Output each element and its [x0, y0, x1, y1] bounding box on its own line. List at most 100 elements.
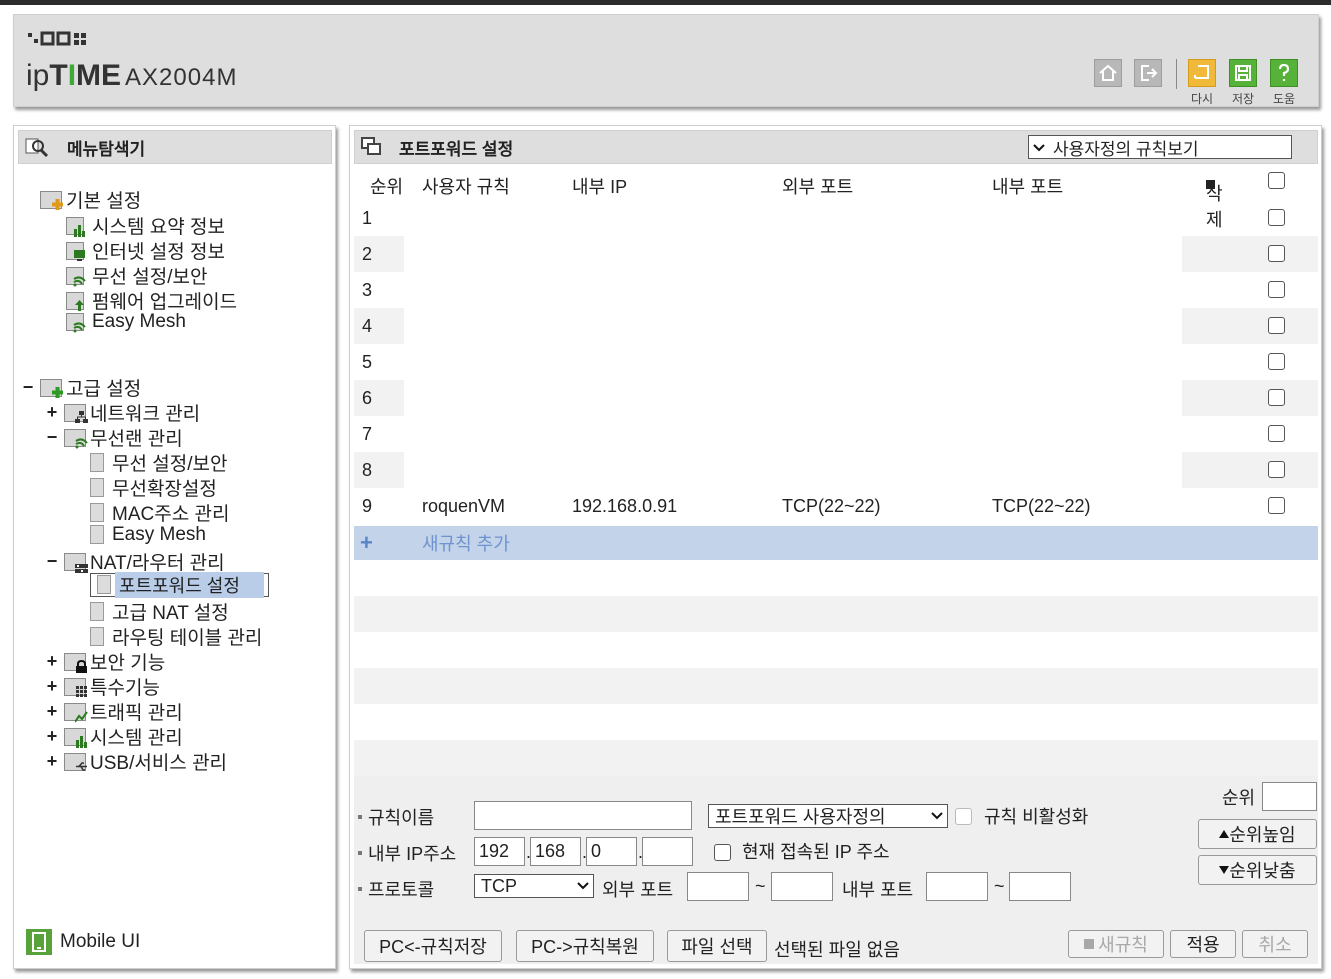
- row-delete-checkbox[interactable]: [1268, 461, 1285, 478]
- collapse-icon[interactable]: −: [44, 427, 60, 448]
- expand-icon[interactable]: +: [44, 701, 60, 722]
- table-row[interactable]: 1: [354, 200, 1318, 236]
- window-icon: [361, 137, 383, 157]
- expand-icon[interactable]: +: [44, 676, 60, 697]
- external-port-end[interactable]: [771, 872, 833, 901]
- row-delete-checkbox[interactable]: [1268, 245, 1285, 262]
- tree-traffic[interactable]: + 트래픽 관리: [44, 698, 183, 725]
- ip-octet-1[interactable]: 192: [474, 837, 525, 866]
- tree-advanced-settings[interactable]: − 고급 설정: [20, 374, 141, 401]
- expand-icon[interactable]: +: [44, 726, 60, 747]
- pc-restore-button[interactable]: PC->규칙복원: [516, 930, 654, 962]
- expand-icon[interactable]: +: [44, 751, 60, 772]
- expand-icon[interactable]: +: [44, 651, 60, 672]
- col-order: 순위: [370, 177, 404, 197]
- tree-routing-table[interactable]: 라우팅 테이블 관리: [90, 623, 262, 650]
- pc-save-button[interactable]: PC<-규칙저장: [364, 930, 502, 962]
- tree-system-summary[interactable]: 시스템 요약 정보: [66, 212, 225, 239]
- model-name: AX2004M: [125, 64, 238, 91]
- collapse-icon[interactable]: −: [20, 377, 36, 398]
- row-delete-checkbox[interactable]: [1268, 317, 1285, 334]
- mobile-ui-link[interactable]: Mobile UI: [26, 929, 140, 955]
- tree-network-management[interactable]: + 네트워크 관리: [44, 399, 200, 426]
- table-row[interactable]: 5: [354, 344, 1318, 380]
- delete-all-checkbox[interactable]: [1268, 172, 1285, 189]
- disable-rule-checkbox[interactable]: [955, 808, 972, 825]
- rule-type-select[interactable]: 포트포워드 사용자정의: [708, 804, 948, 828]
- order-up-button[interactable]: 순위높임: [1198, 819, 1317, 849]
- row-delete-checkbox[interactable]: [1268, 389, 1285, 406]
- internal-port-end[interactable]: [1009, 872, 1071, 901]
- home-icon: [1099, 64, 1117, 81]
- tree-system[interactable]: + 시스템 관리: [44, 723, 183, 750]
- tree-wireless-security[interactable]: 무선 설정/보안: [66, 262, 207, 289]
- page-icon: [90, 601, 108, 622]
- current-ip-checkbox[interactable]: [714, 844, 731, 861]
- tree-wireless-management[interactable]: − 무선랜 관리: [44, 424, 183, 451]
- tree-special[interactable]: + 특수기능: [44, 673, 160, 700]
- tree-nat-router[interactable]: − NAT/라우터 관리: [44, 548, 225, 575]
- cancel-button[interactable]: 취소: [1242, 930, 1308, 958]
- tree-security[interactable]: + 보안 기능: [44, 648, 165, 675]
- search-icon: [25, 136, 51, 158]
- internal-port-start[interactable]: [926, 872, 988, 901]
- save-button[interactable]: [1229, 59, 1257, 87]
- redo-button[interactable]: [1188, 59, 1216, 87]
- row-delete-checkbox[interactable]: [1268, 281, 1285, 298]
- page-icon: [90, 452, 108, 473]
- header-separator: [1176, 59, 1177, 89]
- rule-view-select[interactable]: 사용자정의 규칙보기: [1028, 135, 1292, 159]
- row-delete-checkbox[interactable]: [1268, 497, 1285, 514]
- tree-wl-mac[interactable]: MAC주소 관리: [90, 499, 229, 526]
- ip-octet-4[interactable]: [642, 837, 693, 866]
- table-row[interactable]: 9 roquenVM 192.168.0.91 TCP(22~22) TCP(2…: [354, 488, 1318, 524]
- expand-icon[interactable]: +: [44, 402, 60, 423]
- folder-icon: [40, 378, 63, 398]
- table-row[interactable]: 4: [354, 308, 1318, 344]
- row-delete-checkbox[interactable]: [1268, 209, 1285, 226]
- tree-advanced-nat[interactable]: 고급 NAT 설정: [90, 598, 229, 625]
- tree-basic-settings[interactable]: 기본 설정: [40, 186, 141, 213]
- home-button[interactable]: [1094, 59, 1122, 87]
- tree-wl-security[interactable]: 무선 설정/보안: [90, 449, 227, 476]
- external-port-cell: TCP(22~22): [782, 495, 881, 516]
- help-button[interactable]: [1270, 59, 1298, 87]
- apply-button[interactable]: 적용: [1170, 930, 1236, 958]
- ip-octet-3[interactable]: 0: [586, 837, 637, 866]
- chevron-down-icon: [931, 812, 943, 820]
- protocol-select[interactable]: TCP: [474, 874, 594, 898]
- empty-row: [354, 596, 1318, 632]
- table-row[interactable]: 2: [354, 236, 1318, 272]
- plus-icon: +: [360, 530, 373, 555]
- empty-row: [354, 740, 1318, 776]
- external-port-start[interactable]: [687, 872, 749, 901]
- tree-port-forward[interactable]: 포트포워드 설정: [90, 572, 269, 598]
- row-delete-checkbox[interactable]: [1268, 425, 1285, 442]
- add-rule-row[interactable]: + 새규칙 추가: [354, 526, 1318, 560]
- redo-icon: [1194, 65, 1209, 79]
- order-input[interactable]: [1262, 782, 1317, 811]
- rule-name-input[interactable]: [474, 801, 692, 830]
- ip-octet-2[interactable]: 168: [530, 837, 581, 866]
- collapse-icon[interactable]: −: [44, 551, 60, 572]
- empty-row: [354, 668, 1318, 704]
- table-header: 순위 사용자 규칙 내부 IP 외부 포트 내부 포트 삭제: [354, 166, 1318, 230]
- plus-box-icon: [1084, 939, 1095, 949]
- mesh-icon: [66, 312, 88, 333]
- tree-usb-service[interactable]: + USB/서비스 관리: [44, 748, 227, 775]
- tree-wl-easy-mesh[interactable]: Easy Mesh: [90, 524, 206, 546]
- tree-wl-extender[interactable]: 무선확장설정: [90, 474, 217, 501]
- order-down-button[interactable]: 순위낮춤: [1198, 855, 1317, 885]
- table-row[interactable]: 8: [354, 452, 1318, 488]
- row-delete-checkbox[interactable]: [1268, 353, 1285, 370]
- file-select-button[interactable]: 파일 선택: [667, 930, 767, 962]
- tree-firmware-upgrade[interactable]: 펌웨어 업그레이드: [66, 287, 237, 314]
- tree-easy-mesh[interactable]: Easy Mesh: [66, 311, 186, 333]
- table-row[interactable]: 7: [354, 416, 1318, 452]
- new-rule-button[interactable]: 새규칙: [1068, 930, 1164, 958]
- logout-button[interactable]: [1134, 59, 1162, 87]
- table-row[interactable]: 3: [354, 272, 1318, 308]
- table-row[interactable]: 6: [354, 380, 1318, 416]
- rule-name-cell: roquenVM: [422, 495, 506, 516]
- tree-internet-info[interactable]: 인터넷 설정 정보: [66, 237, 225, 264]
